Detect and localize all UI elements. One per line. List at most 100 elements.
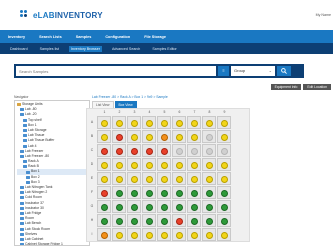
search-button[interactable] (277, 66, 291, 76)
box-cell[interactable] (187, 130, 201, 143)
box-cell[interactable] (157, 228, 171, 241)
box-cell[interactable] (202, 172, 216, 185)
box-cell[interactable] (187, 172, 201, 185)
box-cell[interactable] (97, 228, 111, 241)
edit-location-button[interactable]: Edit Location (303, 84, 331, 90)
search-input[interactable] (16, 66, 216, 76)
box-cell[interactable] (172, 116, 186, 129)
box-cell[interactable] (112, 172, 126, 185)
box-cell[interactable] (97, 144, 111, 157)
nav-item-inventory[interactable]: Inventory (8, 35, 25, 39)
box-cell[interactable] (157, 144, 171, 157)
box-cell[interactable] (142, 172, 156, 185)
box-cell[interactable] (157, 214, 171, 227)
app-logo[interactable]: eLABINVENTORY (20, 10, 103, 20)
subnav-item-samples-list[interactable]: Samples list (38, 46, 61, 52)
box-cell[interactable] (217, 144, 231, 157)
nav-item-search-lists[interactable]: Search Lists (39, 35, 62, 39)
box-cell[interactable] (172, 158, 186, 171)
box-cell[interactable] (97, 172, 111, 185)
box-cell[interactable] (217, 158, 231, 171)
box-cell[interactable] (127, 214, 141, 227)
box-cell[interactable] (127, 158, 141, 171)
box-cell[interactable] (172, 186, 186, 199)
box-cell[interactable] (217, 186, 231, 199)
box-cell[interactable] (157, 158, 171, 171)
box-cell[interactable] (142, 158, 156, 171)
box-cell[interactable] (202, 214, 216, 227)
box-cell[interactable] (97, 200, 111, 213)
subnav-item-samples-editor[interactable]: Samples Editor (150, 46, 178, 52)
box-cell[interactable] (112, 116, 126, 129)
box-cell[interactable] (97, 130, 111, 143)
box-cell[interactable] (127, 172, 141, 185)
group-select[interactable]: Group ⌄ (231, 66, 275, 76)
box-cell[interactable] (202, 116, 216, 129)
breadcrumb[interactable]: Lab Freezer -80 > Rack A > Box 1 > 9x9 >… (92, 95, 168, 99)
box-cell[interactable] (97, 214, 111, 227)
box-cell[interactable] (142, 228, 156, 241)
box-cell[interactable] (127, 116, 141, 129)
box-cell[interactable] (112, 186, 126, 199)
subnav-item-dashboard[interactable]: Dashboard (8, 46, 30, 52)
box-cell[interactable] (187, 158, 201, 171)
tree-item[interactable]: Cabinet Storage Fridge 1 (17, 242, 87, 245)
box-cell[interactable] (112, 214, 126, 227)
box-cell[interactable] (217, 214, 231, 227)
box-cell[interactable] (112, 158, 126, 171)
box-cell[interactable] (202, 130, 216, 143)
nav-item-configuration[interactable]: Configuration (105, 35, 130, 39)
box-cell[interactable] (157, 130, 171, 143)
box-cell[interactable] (217, 130, 231, 143)
box-cell[interactable] (187, 116, 201, 129)
user-name[interactable]: My Name (316, 13, 331, 17)
box-cell[interactable] (202, 200, 216, 213)
nav-item-samples[interactable]: Samples (76, 35, 92, 39)
box-cell[interactable] (172, 144, 186, 157)
box-cell[interactable] (112, 228, 126, 241)
box-cell[interactable] (187, 200, 201, 213)
box-cell[interactable] (172, 130, 186, 143)
box-cell[interactable] (97, 186, 111, 199)
box-cell[interactable] (157, 172, 171, 185)
box-cell[interactable] (127, 186, 141, 199)
box-cell[interactable] (217, 172, 231, 185)
box-cell[interactable] (187, 228, 201, 241)
equipment-info-button[interactable]: Equipment Info (270, 84, 302, 90)
box-cell[interactable] (202, 228, 216, 241)
subnav-item-advanced-search[interactable]: Advanced Search (110, 46, 142, 52)
box-cell[interactable] (127, 228, 141, 241)
box-cell[interactable] (157, 186, 171, 199)
box-cell[interactable] (172, 200, 186, 213)
box-cell[interactable] (202, 186, 216, 199)
box-cell[interactable] (142, 116, 156, 129)
nav-item-file-storage[interactable]: File Storage (144, 35, 166, 39)
box-cell[interactable] (217, 116, 231, 129)
box-cell[interactable] (127, 200, 141, 213)
box-cell[interactable] (202, 144, 216, 157)
box-cell[interactable] (142, 144, 156, 157)
box-cell[interactable] (157, 116, 171, 129)
box-cell[interactable] (187, 144, 201, 157)
box-cell[interactable] (217, 228, 231, 241)
box-cell[interactable] (142, 130, 156, 143)
box-cell[interactable] (172, 172, 186, 185)
box-cell[interactable] (217, 200, 231, 213)
box-cell[interactable] (97, 116, 111, 129)
box-cell[interactable] (187, 186, 201, 199)
box-cell[interactable] (157, 200, 171, 213)
box-cell[interactable] (112, 144, 126, 157)
box-cell[interactable] (97, 158, 111, 171)
search-options-icon[interactable]: ≡ (218, 66, 229, 76)
box-cell[interactable] (142, 186, 156, 199)
box-cell[interactable] (187, 214, 201, 227)
box-cell[interactable] (112, 130, 126, 143)
box-cell[interactable] (142, 200, 156, 213)
box-cell[interactable] (127, 144, 141, 157)
box-cell[interactable] (172, 214, 186, 227)
box-cell[interactable] (142, 214, 156, 227)
subnav-item-inventory-browser[interactable]: Inventory Browser (68, 45, 102, 52)
box-cell[interactable] (172, 228, 186, 241)
box-cell[interactable] (202, 158, 216, 171)
box-cell[interactable] (127, 130, 141, 143)
